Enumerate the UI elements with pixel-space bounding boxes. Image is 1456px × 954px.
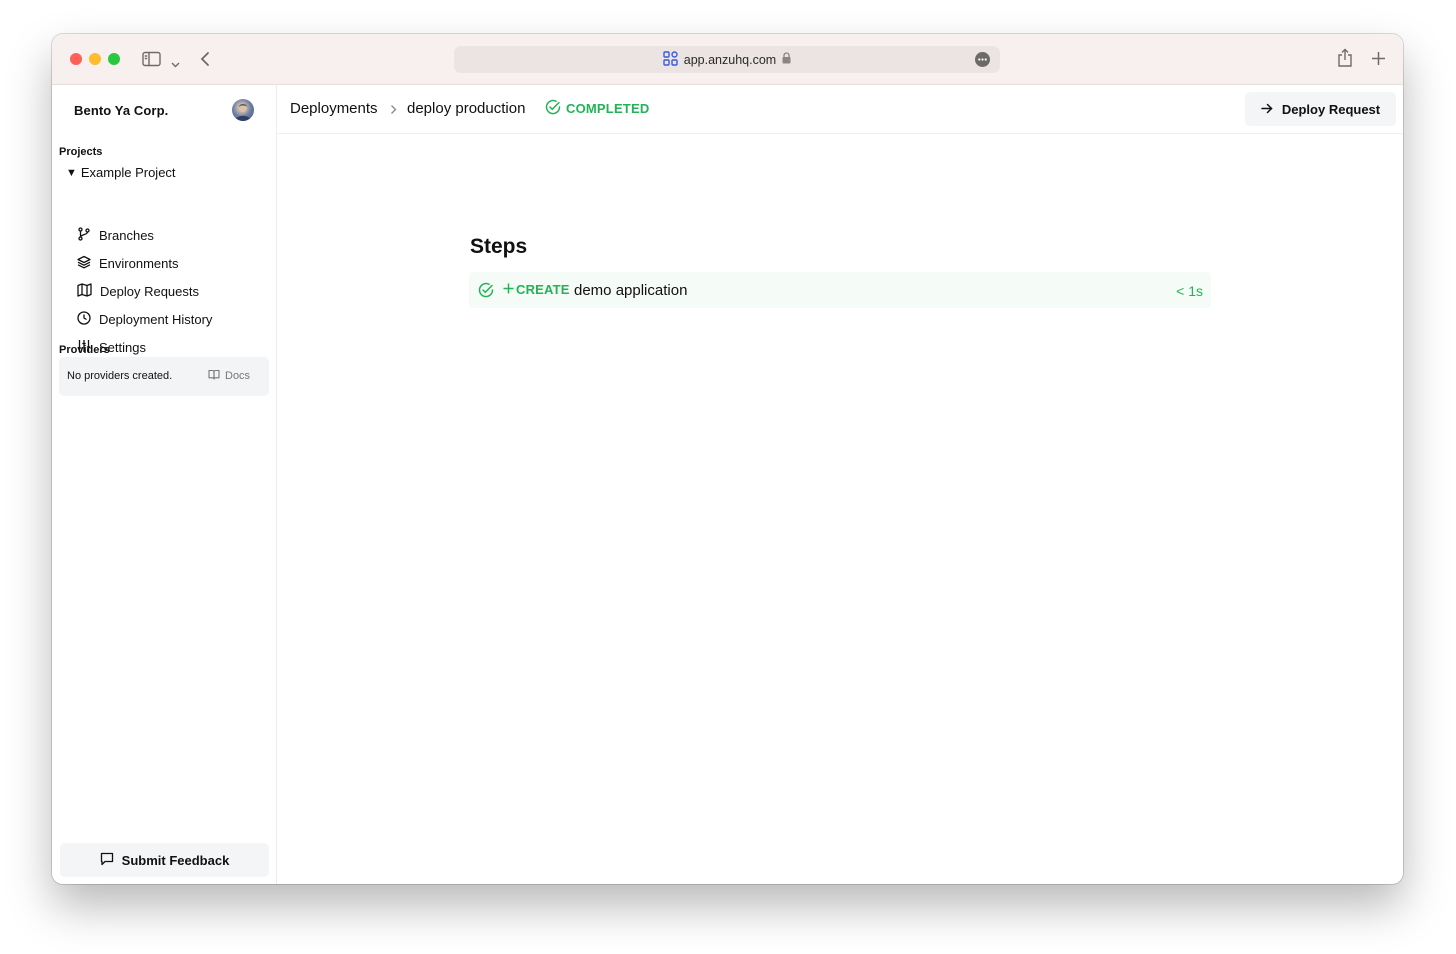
submit-feedback-label: Submit Feedback [121,852,230,868]
browser-titlebar: app.anzuhq.com [52,34,1403,85]
lock-icon [782,52,791,67]
sidebar-toggle-icon[interactable] [142,51,162,72]
sidebar-item-label: Branches [99,227,154,243]
projects-section-title: Projects [59,146,103,158]
step-action-label: CREATE [516,282,570,297]
step-name: demo application [574,282,688,299]
sidebar-item-label: Deploy Requests [100,283,199,299]
chevron-down-icon[interactable] [171,55,180,73]
check-circle-icon [545,99,561,118]
providers-empty-state: No providers created. Docs [59,357,269,396]
message-icon [100,852,114,869]
providers-empty-text: No providers created. [67,370,173,382]
branch-icon [77,226,91,244]
url-text: app.anzuhq.com [683,52,777,67]
minimize-window-button[interactable] [89,53,101,65]
sidebar-item-deploy-requests[interactable]: Deploy Requests [77,280,199,302]
project-name: Example Project [80,165,176,180]
docs-link[interactable]: Docs [208,369,250,383]
deploy-request-button[interactable]: Deploy Request [1245,92,1396,126]
page-header: Deployments deploy production COMPLETED [277,85,1403,134]
sidebar-item-branches[interactable]: Branches [77,224,154,246]
map-icon [77,282,92,300]
status-text: COMPLETED [566,101,650,116]
caret-down-icon: ▼ [66,166,77,179]
book-icon [208,369,220,383]
sidebar: Bento Ya Corp. Projects ▼ Example Projec… [52,85,277,884]
browser-window: app.anzuhq.com Bento Ya Corp. Projects ▼… [52,34,1403,884]
providers-section-title: Providers [59,344,110,356]
layers-icon [77,255,91,272]
back-icon[interactable] [200,51,210,72]
clock-icon [77,310,91,328]
deploy-request-label: Deploy Request [1281,101,1381,117]
status-badge: COMPLETED [545,99,649,118]
arrow-right-icon [1261,102,1273,117]
sidebar-item-label: Deployment History [99,311,213,327]
sidebar-item-deployment-history[interactable]: Deployment History [77,308,212,330]
maximize-window-button[interactable] [108,53,120,65]
check-circle-icon [478,282,494,303]
docs-label: Docs [225,370,251,382]
org-name[interactable]: Bento Ya Corp. [74,103,168,118]
sidebar-item-label: Environments [99,255,179,271]
breadcrumb-current: deploy production [407,100,526,117]
step-row[interactable]: CREATE demo application < 1s [469,272,1211,308]
avatar[interactable] [232,99,254,121]
page-menu-icon[interactable] [975,52,990,67]
site-icon [663,50,678,69]
sidebar-item-environments[interactable]: Environments [77,252,178,274]
share-icon[interactable] [1337,48,1353,73]
submit-feedback-button[interactable]: Submit Feedback [60,843,269,877]
chevron-right-icon [390,102,397,119]
project-item[interactable]: ▼ Example Project [66,165,176,180]
address-bar[interactable]: app.anzuhq.com [454,46,1000,73]
step-duration: < 1s [1176,283,1203,299]
close-window-button[interactable] [70,53,82,65]
steps-title: Steps [470,235,528,258]
breadcrumb-deployments[interactable]: Deployments [290,100,378,117]
plus-icon [503,282,514,297]
main-content: Deployments deploy production COMPLETED [277,85,1403,884]
step-action: CREATE [503,282,570,297]
new-tab-icon[interactable] [1371,51,1386,71]
